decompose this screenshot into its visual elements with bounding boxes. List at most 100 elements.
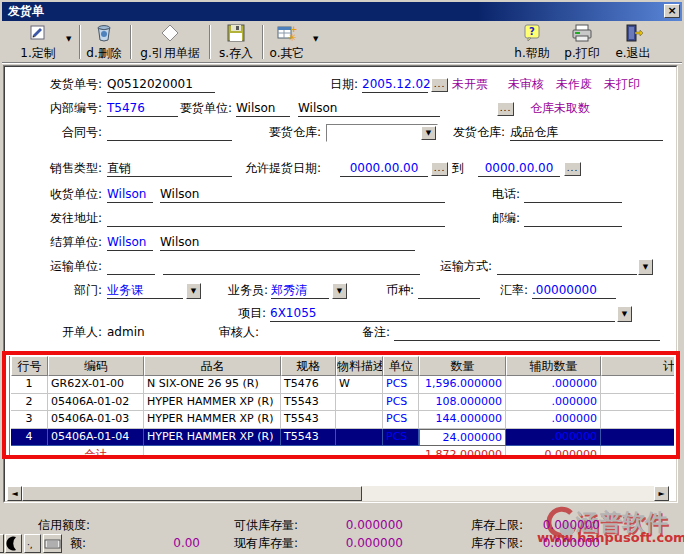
save-icon	[215, 23, 257, 45]
receiver-name-field[interactable]: Wilson	[160, 187, 445, 203]
print-icon	[560, 23, 604, 45]
customer-code-field[interactable]: Wilson	[236, 101, 290, 117]
pickup-to-picker-button[interactable]: ...	[564, 162, 581, 176]
dept-dropdown[interactable]: ▼	[186, 283, 201, 299]
svg-text:✳: ✳	[288, 32, 296, 43]
rate-label: 汇率:	[492, 283, 528, 299]
req-warehouse-label: 要货仓库:	[261, 125, 321, 141]
currency-field[interactable]	[418, 283, 480, 299]
cite-document-icon	[136, 23, 204, 45]
settle-code-field[interactable]: Wilson	[107, 235, 153, 251]
pickup-from-picker-button[interactable]: ...	[431, 162, 448, 176]
pickup-date-label: 允许提货日期:	[237, 161, 321, 177]
scroll-left-arrow[interactable]: ◄	[7, 486, 22, 501]
toolbar: 1.定制 ▼ d.删除 g.引用单据 s.存入 +✳	[2, 21, 682, 63]
credit-label: 信用额度:	[18, 518, 90, 534]
amount-label: 额:	[60, 536, 86, 552]
internal-no-label: 内部编号:	[30, 101, 102, 117]
scrollbar-thumb[interactable]	[22, 486, 362, 501]
creator-label: 开单人:	[30, 325, 102, 341]
onhand-stock-label: 现有库存量:	[218, 536, 298, 552]
window-title: 发货单	[2, 3, 44, 20]
ship-warehouse-field[interactable]: 成品仓库	[510, 125, 663, 141]
dept-field[interactable]: 业务课	[107, 283, 183, 299]
ime-moon-icon[interactable]	[5, 534, 22, 553]
delete-button[interactable]: d.删除	[84, 23, 124, 61]
avail-stock-value: 0.000000	[330, 518, 403, 534]
receiver-code-field[interactable]: Wilson	[107, 187, 153, 203]
project-field[interactable]: 6X1055	[270, 306, 615, 322]
horizontal-scrollbar[interactable]: ◄ ►	[7, 486, 669, 501]
phone-field[interactable]	[524, 187, 622, 203]
warehouse-flag: 仓库未取数	[530, 101, 590, 117]
exit-icon	[612, 23, 654, 45]
customize-button[interactable]: 1.定制	[14, 23, 62, 61]
transport-label: 运输单位:	[30, 259, 102, 275]
zip-field[interactable]	[524, 211, 622, 227]
auditor-label: 审核人:	[205, 325, 259, 341]
transport-name-field[interactable]	[163, 259, 420, 275]
note-field[interactable]	[394, 325, 660, 341]
date-field[interactable]: 2005.12.02	[362, 77, 428, 93]
status-invoice: 未开票	[452, 77, 488, 93]
salesman-label: 业务员:	[218, 283, 268, 299]
status-audit: 未审核	[508, 77, 544, 93]
contract-field[interactable]	[107, 125, 232, 141]
print-button[interactable]: p.打印	[560, 23, 604, 61]
settle-label: 结算单位:	[30, 235, 102, 251]
req-warehouse-combo[interactable]: ▼	[326, 124, 438, 142]
help-button[interactable]: ? h.帮助	[510, 23, 554, 61]
scroll-right-arrow[interactable]: ►	[654, 486, 669, 501]
stock-lower-value: 0.000000	[540, 536, 600, 552]
salesman-dropdown[interactable]: ▼	[332, 283, 347, 299]
ime-keyboard-icon[interactable]	[43, 534, 62, 553]
receiver-label: 收货单位:	[30, 187, 102, 203]
project-label: 项目:	[230, 306, 266, 322]
transport-code-field[interactable]	[107, 259, 155, 275]
customer-picker-button[interactable]: ...	[497, 102, 514, 116]
date-picker-button[interactable]: ...	[431, 78, 448, 92]
pickup-from-field[interactable]: 0000.00.00	[340, 161, 428, 177]
save-button[interactable]: s.存入	[215, 23, 257, 61]
settle-name-field[interactable]: Wilson	[160, 235, 415, 251]
close-button[interactable]: ×	[664, 4, 680, 18]
status-void: 未作废	[556, 77, 592, 93]
cite-document-button[interactable]: g.引用单据	[136, 23, 204, 61]
transport-mode-dropdown[interactable]: ▼	[638, 259, 653, 275]
stock-upper-value: 0.000000	[540, 518, 600, 534]
order-no-field[interactable]: Q0512020001	[107, 77, 215, 93]
customer-label: 要货单位:	[172, 101, 232, 117]
pickup-to-field[interactable]: 0000.00.00	[478, 161, 560, 177]
stock-upper-label: 库存上限:	[447, 518, 523, 534]
contract-label: 合同号:	[30, 125, 102, 141]
other-dropdown-arrow[interactable]: ▼	[313, 35, 318, 43]
customize-icon	[14, 23, 62, 45]
creator-value: admin	[107, 325, 145, 341]
delete-icon	[84, 23, 124, 45]
annotation-rectangle	[2, 351, 680, 459]
help-icon: ?	[510, 23, 554, 45]
rate-field[interactable]: .00000000	[532, 283, 616, 299]
delivery-order-window: 发货单 × 1.定制 ▼ d.删除 g.引用单据	[0, 0, 684, 554]
other-button[interactable]: +✳ o.其它	[267, 23, 307, 61]
address-field[interactable]	[107, 211, 445, 227]
transport-mode-field[interactable]	[497, 259, 637, 275]
date-label: 日期:	[300, 77, 358, 93]
onhand-stock-value: 0.000000	[330, 536, 403, 552]
internal-no-field[interactable]: T5476	[107, 101, 178, 117]
sale-type-field[interactable]: 直销	[107, 161, 232, 177]
transport-mode-label: 运输方式:	[432, 259, 492, 275]
currency-label: 币种:	[378, 283, 414, 299]
salesman-field[interactable]: 郑秀清	[271, 283, 329, 299]
title-bar: 发货单 ×	[2, 2, 682, 21]
customer-name-field[interactable]: Wilson	[298, 101, 440, 117]
avail-stock-label: 可供库存量:	[218, 518, 298, 534]
ime-punctuation-icon[interactable]: ·,	[24, 534, 41, 553]
exit-button[interactable]: e.退出	[612, 23, 654, 61]
combo-arrow-icon[interactable]: ▼	[421, 126, 436, 140]
project-dropdown[interactable]: ▼	[617, 306, 632, 322]
ime-state-icon[interactable]	[0, 534, 4, 553]
order-no-label: 发货单号:	[30, 77, 102, 93]
customize-dropdown-arrow[interactable]: ▼	[66, 35, 71, 43]
sale-type-label: 销售类型:	[30, 161, 102, 177]
